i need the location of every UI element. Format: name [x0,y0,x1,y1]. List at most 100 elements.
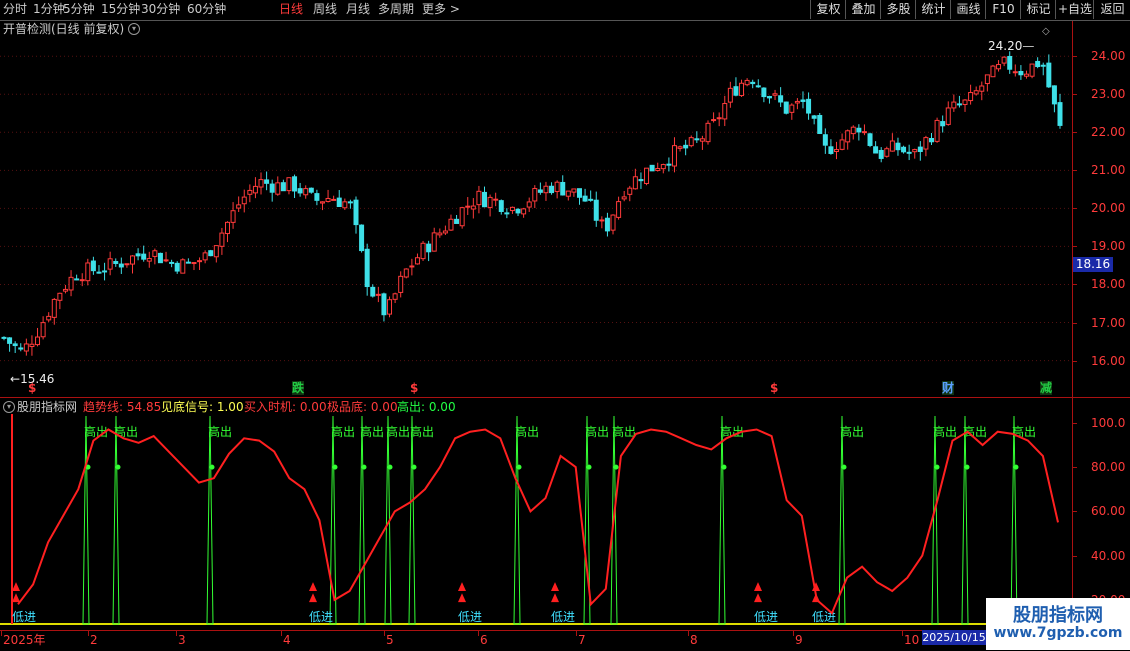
toolbar-button-1[interactable]: 叠加 [845,0,881,19]
candle [1012,64,1018,77]
candle [655,162,661,172]
stock-title: 开普检测(日线 前复权) [3,22,125,36]
price-tick-mark [1073,208,1077,210]
event-marker[interactable]: 减 [1040,381,1053,395]
date-tick-mark [793,631,794,636]
tab-8[interactable]: 月线 [346,2,370,17]
candle [867,132,873,148]
candle [582,188,588,202]
candle [387,296,393,318]
candle [934,117,940,143]
candle [459,206,465,229]
high-signal-label: 高出 [585,424,609,439]
tab-2[interactable]: 5分钟 [63,2,95,17]
candle [90,256,96,275]
candle [392,292,398,304]
panel-divider [0,397,1130,398]
candle [945,101,951,126]
candle [778,87,784,108]
price-tick: 19.00 [1091,239,1126,254]
tab-9[interactable]: 多周期 [378,2,414,17]
candle [113,258,119,267]
toolbar-button-3[interactable]: 统计 [915,0,951,19]
candle [62,284,68,294]
high-signal-label: 高出 [386,424,410,439]
high-signal: 高出 [583,415,609,625]
candle [331,195,337,201]
tab-4[interactable]: 30分钟 [141,2,180,17]
tab-10[interactable]: 更多 > [422,2,460,17]
toolbar-button-7[interactable]: +自选 [1055,0,1094,19]
candle [990,64,996,78]
high-signal-label: 高出 [1012,424,1036,439]
candle [280,179,286,192]
candle [1001,56,1007,67]
tab-0[interactable]: 分时 [3,2,27,17]
event-marker[interactable]: $ [28,381,36,395]
candle [482,186,488,208]
candle [375,286,381,303]
event-marker[interactable]: 跌 [292,381,305,395]
high-signal-label: 高出 [410,424,434,439]
tab-5[interactable]: 60分钟 [187,2,226,17]
candle [68,270,74,297]
candle [12,341,18,353]
toolbar-button-0[interactable]: 复权 [810,0,846,19]
candle [828,139,834,155]
date-axis: 2025年 2 3 4 5 6 7 8 9 10 [0,630,1072,651]
candle [319,201,325,211]
main-chart-title: 开普检测(日线 前复权) [3,22,124,36]
tab-7[interactable]: 周线 [313,2,337,17]
candle [560,175,566,196]
candle [130,255,136,274]
candle [236,196,242,213]
candle [124,263,130,268]
candle [705,120,711,145]
low-signal: 低进 [551,582,575,624]
candle [834,141,840,160]
low-signal: 低进 [754,582,778,624]
chevron-down-icon[interactable]: ▾ [128,23,140,35]
price-tick: 22.00 [1091,125,1126,140]
price-tick-mark [1073,360,1077,362]
toolbar-button-6[interactable]: 标记 [1020,0,1056,19]
event-marker[interactable]: 财 [942,381,955,395]
toolbar-button-2[interactable]: 多股 [880,0,916,19]
price-tick: 17.00 [1091,315,1126,330]
candle [470,198,476,219]
indicator-tick-mark [1073,467,1077,469]
candlestick-chart[interactable] [0,38,1072,398]
high-signal: 高出 [408,415,434,625]
candle [1007,51,1013,74]
event-marker[interactable]: $ [410,381,418,395]
indicator-chart[interactable]: 高出 高出 高出 高出 高出 高出 高出 高出 高出 高出 高出 高出 高出 高出 高出低进 低进 低进 低进 低进… [0,412,1072,630]
candle [163,251,169,263]
tab-1[interactable]: 1分钟 [33,2,65,17]
toolbar-button-4[interactable]: 画线 [950,0,986,19]
candle [1035,57,1041,69]
candle [197,257,203,271]
price-tick: 23.00 [1091,87,1126,102]
candle [688,135,694,148]
candle [895,137,901,156]
high-signal: 高出 [358,415,384,625]
toolbar-button-5[interactable]: F10 [985,0,1021,19]
candle [576,188,582,205]
tab-6[interactable]: 日线 [279,2,303,17]
event-marker[interactable]: $ [770,381,778,395]
toolbar-button-8[interactable]: 返回 [1093,0,1130,19]
tab-3[interactable]: 15分钟 [101,2,140,17]
date-tick-mark [576,631,577,636]
high-signal-label: 高出 [933,424,957,439]
candle [621,190,627,202]
candle [515,207,521,217]
price-tick-mark [1073,94,1077,96]
date-label: 2025年 [3,633,46,647]
date-tick-mark [384,631,385,636]
diamond-icon[interactable]: ◇ [1042,26,1050,37]
low-signal-label: 低进 [309,610,333,624]
current-price-badge: 18.16 [1073,257,1113,272]
candle [671,137,677,173]
candle [783,101,789,115]
high-signal: 高出 [961,415,987,625]
